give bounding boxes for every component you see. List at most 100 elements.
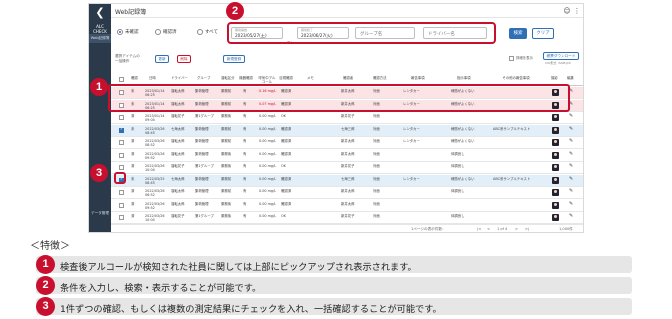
feature-3: 3 1件ずつの確認、もしくは複数の測定結果にチェックを入れ、一括確認することが可… bbox=[36, 297, 632, 316]
edit-pencil-icon[interactable]: ✎ bbox=[569, 139, 573, 144]
delete-button[interactable]: 削除 bbox=[177, 55, 191, 63]
edit-pencil-icon[interactable]: ✎ bbox=[569, 164, 573, 169]
badge-3: 3 bbox=[90, 164, 108, 182]
cell-dev: 有 bbox=[243, 176, 247, 181]
driver-photo-avatar[interactable] bbox=[552, 176, 559, 184]
row-checkbox[interactable] bbox=[119, 140, 124, 145]
prev-page-icon[interactable]: < bbox=[487, 227, 490, 231]
table-row[interactable]: 済 2022/03/26 09:52 運転太郎 集荷管理 乗務後 有 0.00 mg/L 確認… bbox=[111, 200, 583, 212]
row-checkbox[interactable] bbox=[119, 152, 124, 158]
cell-method: 対面 bbox=[373, 126, 380, 131]
edit-pencil-icon[interactable]: ✎ bbox=[569, 189, 573, 194]
driver-photo-avatar[interactable] bbox=[552, 201, 559, 209]
radio-all[interactable]: すべて bbox=[197, 29, 218, 35]
cell-other: ABC系サンプルテキスト bbox=[493, 176, 531, 181]
cell-other: ABC系サンプルテキスト bbox=[493, 126, 531, 131]
row-checkbox[interactable] bbox=[119, 165, 124, 170]
cell-group: 集荷管理 bbox=[195, 176, 209, 181]
cell-confirmer: 七海三郎 bbox=[341, 126, 355, 131]
cell-confirmer: 新井花子 bbox=[341, 214, 355, 218]
cell-group: 集荷管理 bbox=[195, 201, 209, 206]
cell-status: 未 bbox=[131, 126, 135, 131]
driver-photo-avatar[interactable] bbox=[552, 126, 559, 134]
cell-driver: 七海太郎 bbox=[171, 176, 185, 181]
cell-alc: 0.00 mg/L bbox=[259, 176, 277, 181]
row-checkbox[interactable] bbox=[119, 202, 124, 208]
col-method: 確認方法 bbox=[373, 76, 387, 80]
table-row[interactable]: 未 2022/03/26 08:45 七海太郎 集荷管理 乗務前 有 0.00 mg/L 確認… bbox=[111, 124, 583, 137]
first-page-icon[interactable]: |< bbox=[477, 227, 481, 231]
row-checkbox[interactable] bbox=[119, 215, 124, 220]
clear-button[interactable]: クリア bbox=[532, 28, 554, 39]
sidebar-item-web-record[interactable]: Web記録簿 bbox=[89, 34, 111, 43]
bulk-operation-note: 選択アイテムの一括操作 bbox=[115, 54, 140, 63]
cell-alc: 0.00 mg/L bbox=[259, 151, 277, 156]
cell-driver: 運転太郎 bbox=[171, 201, 185, 206]
driver-photo-avatar[interactable] bbox=[552, 164, 559, 171]
feature-text: 検査後アルコールが検知された社員に関しては上部にピックアップされ表示されます。 bbox=[60, 262, 417, 273]
driver-photo-avatar[interactable] bbox=[552, 139, 559, 146]
table-row[interactable]: 未 2022/03/25 08:45 七海太郎 集荷管理 乗務前 有 0.00 mg/L 確認… bbox=[111, 174, 583, 187]
pagination: 1ページの表示件数： |< < 1 of 4 > >| 1,000件 bbox=[111, 224, 583, 232]
sidebar-item-data-admin[interactable]: データ管理 bbox=[89, 211, 111, 216]
radio-confirmed[interactable]: 確認済 bbox=[155, 29, 177, 35]
edit-pencil-icon[interactable]: ✎ bbox=[569, 176, 573, 181]
csv-download-button[interactable]: 帳票ダウンロード bbox=[543, 52, 579, 60]
total-count: 1,000件 bbox=[559, 227, 573, 231]
col-confirmer: 確認者 bbox=[343, 76, 354, 80]
last-page-icon[interactable]: >| bbox=[525, 227, 529, 231]
table-row[interactable]: 済 2022/03/26 06:52 運転太郎 集荷管理 乗務前 有 0.00 mg/L 確認… bbox=[111, 187, 583, 199]
feature-number: 2 bbox=[36, 276, 55, 295]
feature-1: 1 検査後アルコールが検知された社員に関しては上部にピックアップされ表示されます… bbox=[36, 255, 632, 274]
edit-pencil-icon[interactable]: ✎ bbox=[569, 114, 573, 119]
driver-photo-avatar[interactable] bbox=[552, 214, 559, 221]
table-row[interactable]: 済 2022/03/26 09:52 運転太郎 集荷管理 乗務後 有 0.00 mg/L 確認… bbox=[111, 150, 583, 162]
cell-confirmer: 新井太郎 bbox=[341, 139, 355, 143]
col-other-report: その他の報告事項 bbox=[502, 76, 530, 80]
cell-kind: 乗務後 bbox=[221, 114, 232, 118]
feature-number: 1 bbox=[36, 255, 55, 274]
cell-alc: 0.00 mg/L bbox=[259, 164, 277, 168]
select-all-checkbox[interactable] bbox=[119, 77, 124, 82]
search-button[interactable]: 検索 bbox=[509, 28, 527, 39]
checkbox-highlight bbox=[114, 172, 126, 184]
table-row[interactable]: 済 2022/03/26 08:52 運転太郎 集荷管理 乗務前 有 0.00 mg/L 確認… bbox=[111, 137, 583, 149]
cell-instruct: 様態がよくない bbox=[451, 176, 475, 181]
edit-pencil-icon[interactable]: ✎ bbox=[569, 201, 573, 206]
cell-confirmer: 新井太郎 bbox=[341, 189, 355, 193]
driver-photo-avatar[interactable] bbox=[552, 114, 559, 121]
user-icon[interactable]: ☺ bbox=[563, 7, 571, 15]
update-button[interactable]: 更新 bbox=[155, 55, 169, 63]
table-row[interactable]: 済 2023/01/14 09:04 運転花子 第1グループ 乗務後 有 0.00 mg/L… bbox=[111, 112, 583, 124]
cell-instruct: 体調良し bbox=[451, 189, 465, 193]
radio-dot-icon bbox=[197, 29, 203, 35]
cell-dev: 有 bbox=[243, 189, 247, 193]
radio-unconfirmed[interactable]: 未確認 bbox=[117, 29, 139, 35]
new-register-button[interactable]: 新規登録 bbox=[223, 55, 245, 63]
next-page-icon[interactable]: > bbox=[515, 227, 518, 231]
show-detail-checkbox[interactable] bbox=[509, 56, 514, 61]
menu-icon[interactable]: ⋮ bbox=[573, 7, 581, 15]
cell-alc: 0.00 mg/L bbox=[259, 201, 277, 206]
cell-visual: 確認済 bbox=[281, 201, 292, 206]
table-row[interactable]: 済 2022/03/26 10:04 運転花子 第1グループ 乗務後 有 0.00 mg/L… bbox=[111, 162, 583, 174]
table-row[interactable]: 済 2022/03/26 10:04 運転花子 第1グループ 乗務後 有 0.00 mg/L… bbox=[111, 212, 583, 224]
edit-pencil-icon[interactable]: ✎ bbox=[569, 126, 573, 131]
driver-photo-avatar[interactable] bbox=[552, 151, 559, 159]
cell-alc: 0.00 mg/L bbox=[259, 126, 277, 131]
row-checkbox[interactable] bbox=[119, 115, 124, 120]
back-arrow-icon[interactable]: ❮ bbox=[94, 7, 106, 19]
cell-driver: 運転花子 bbox=[171, 164, 185, 168]
cell-group: 第1グループ bbox=[195, 164, 214, 168]
cell-dev: 有 bbox=[243, 151, 247, 156]
edit-pencil-icon[interactable]: ✎ bbox=[569, 151, 573, 156]
row-checkbox[interactable] bbox=[119, 190, 124, 195]
feature-text: 条件を入力し、検索・表示することが可能です。 bbox=[60, 283, 262, 294]
col-drive-kind: 運転区分 bbox=[221, 76, 235, 80]
cell-status: 済 bbox=[131, 201, 135, 206]
cell-method: 対面 bbox=[373, 201, 380, 206]
row-checkbox[interactable] bbox=[119, 127, 124, 133]
edit-pencil-icon[interactable]: ✎ bbox=[569, 214, 573, 219]
cell-visual: OK bbox=[281, 164, 286, 168]
driver-photo-avatar[interactable] bbox=[552, 189, 559, 196]
